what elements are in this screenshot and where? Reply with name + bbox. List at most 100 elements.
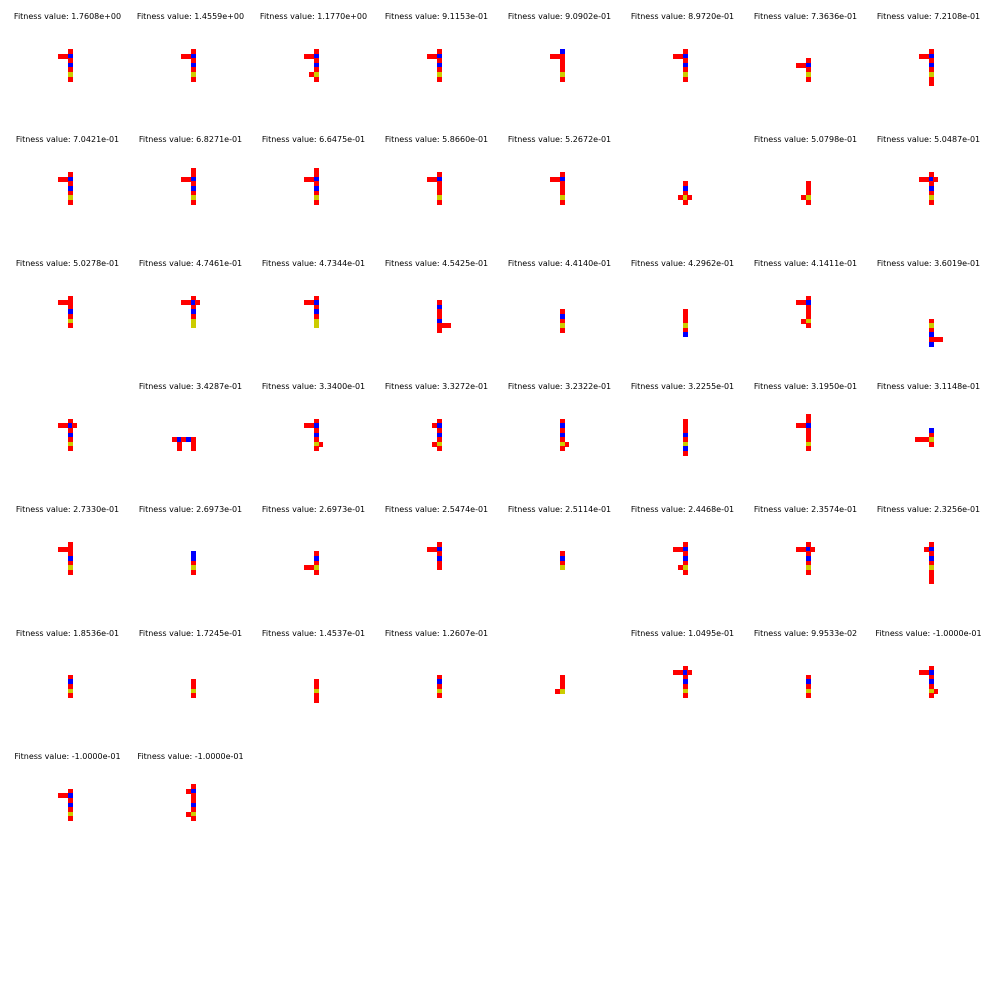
grid-cell — [313, 569, 319, 575]
panel-title: Fitness value: 5.8660e-01 — [384, 135, 489, 145]
panel-title: Fitness value: 2.3574e-01 — [753, 505, 858, 515]
grid-cell — [928, 199, 934, 205]
grid-cell — [304, 423, 310, 429]
fitness-panel: Fitness value: 4.5425e-01 — [375, 247, 498, 367]
fitness-panel: Fitness value: 3.4287e-01 — [129, 370, 252, 490]
grid-cell — [313, 76, 319, 82]
grid-cell — [313, 446, 319, 452]
panel-title: Fitness value: 4.5425e-01 — [384, 258, 489, 268]
grid-cell — [313, 323, 319, 329]
grid-cell — [190, 569, 196, 575]
panel-title: Fitness value: 7.2108e-01 — [876, 12, 981, 21]
grid-cell — [559, 327, 565, 333]
fitness-panel: Fitness value: 1.1770e+00 — [252, 0, 375, 120]
grid-cell — [673, 53, 679, 59]
grid-cell — [919, 670, 925, 676]
fitness-panel: Fitness value: 2.3574e-01 — [744, 493, 867, 613]
grid-cell — [559, 688, 565, 694]
fitness-panel: Fitness value: 6.8271e-01 — [129, 123, 252, 243]
fitness-panel: Fitness value: 5.0798e-01 — [744, 123, 867, 243]
panel-title: Fitness value: 1.4537e-01 — [261, 628, 366, 638]
fitness-panel: Fitness value: 2.7330e-01 — [6, 493, 129, 613]
fitness-panel: Fitness value: 2.6973e-01 — [252, 493, 375, 613]
panel-title: Fitness value: 2.5114e-01 — [507, 505, 612, 515]
fitness-panel: Fitness value: 3.3272e-01 — [375, 370, 498, 490]
grid-cell — [805, 693, 811, 699]
fitness-panel: Fitness value: -1.0000e-01 — [867, 617, 990, 737]
panel-title: Fitness value: 6.6475e-01 — [261, 135, 366, 145]
panel-title: Fitness value: 3.1950e-01 — [753, 381, 858, 391]
grid-cell — [436, 76, 442, 82]
grid-cell — [67, 76, 73, 82]
panel-title: Fitness value: 5.2672e-01 — [507, 135, 612, 145]
panel-title: Fitness value: 1.7608e+00 — [13, 12, 122, 21]
grid-cell — [313, 697, 319, 703]
fitness-panel — [621, 123, 744, 243]
fitness-panel: Fitness value: 1.0495e-01 — [621, 617, 744, 737]
fitness-panel: Fitness value: 8.9720e-01 — [621, 0, 744, 120]
panel-title: Fitness value: 3.4287e-01 — [138, 381, 243, 391]
panel-title: Fitness value: 1.0495e-01 — [630, 628, 735, 638]
grid-cell — [436, 446, 442, 452]
fitness-panel: Fitness value: 2.3256e-01 — [867, 493, 990, 613]
grid-cell — [181, 300, 187, 306]
grid-cell — [427, 546, 433, 552]
fitness-panel: Fitness value: 5.0487e-01 — [867, 123, 990, 243]
panel-title: Fitness value: 9.0902e-01 — [507, 12, 612, 21]
grid-cell — [304, 53, 310, 59]
grid-cell — [190, 816, 196, 822]
fitness-panel: Fitness value: -1.0000e-01 — [6, 740, 129, 860]
fitness-panel: Fitness value: 7.3636e-01 — [744, 0, 867, 120]
panel-title: Fitness value: -1.0000e-01 — [137, 751, 244, 761]
grid-cell — [190, 323, 196, 329]
grid-cell — [58, 53, 64, 59]
fitness-panel: Fitness value: 7.0421e-01 — [6, 123, 129, 243]
grid-cell — [58, 300, 64, 306]
fitness-panel: Fitness value: 1.8536e-01 — [6, 617, 129, 737]
grid-cell — [559, 446, 565, 452]
grid-cell — [919, 176, 925, 182]
fitness-panel: Fitness value: 5.8660e-01 — [375, 123, 498, 243]
panel-title: Fitness value: 4.4140e-01 — [507, 258, 612, 268]
fitness-panel: Fitness value: 1.2607e-01 — [375, 617, 498, 737]
panel-title: Fitness value: 2.6973e-01 — [138, 505, 243, 515]
panel-title: Fitness value: 3.3400e-01 — [261, 381, 366, 391]
grid-cell — [805, 76, 811, 82]
grid-cell — [796, 300, 802, 306]
fitness-panel: Fitness value: 5.2672e-01 — [498, 123, 621, 243]
grid-cell — [796, 546, 802, 552]
grid-cell — [190, 693, 196, 699]
fitness-panel — [6, 370, 129, 490]
grid-cell — [58, 793, 64, 799]
grid-cell — [318, 441, 324, 447]
grid-cell — [919, 53, 925, 59]
grid-cell — [805, 323, 811, 329]
grid-cell — [304, 176, 310, 182]
fitness-panel: Fitness value: 3.6019e-01 — [867, 247, 990, 367]
grid-cell — [436, 693, 442, 699]
grid-cell — [933, 176, 939, 182]
grid-cell — [190, 199, 196, 205]
grid-cell — [928, 578, 934, 584]
grid-cell — [445, 323, 451, 329]
fitness-panel: Fitness value: 2.6973e-01 — [129, 493, 252, 613]
fitness-panel: Fitness value: 9.0902e-01 — [498, 0, 621, 120]
fitness-panel: Fitness value: 2.5474e-01 — [375, 493, 498, 613]
grid-cell — [427, 53, 433, 59]
panel-title: Fitness value: 5.0487e-01 — [876, 135, 981, 145]
grid-cell — [304, 300, 310, 306]
grid-cell — [928, 693, 934, 699]
fitness-panel: Fitness value: 1.7245e-01 — [129, 617, 252, 737]
fitness-panel: Fitness value: 3.3400e-01 — [252, 370, 375, 490]
grid-cell — [190, 446, 196, 452]
panel-title: Fitness value: 7.0421e-01 — [15, 135, 120, 145]
grid-cell — [67, 569, 73, 575]
grid-cell — [937, 336, 943, 342]
panel-title: Fitness value: 1.4559e+00 — [136, 12, 245, 21]
panel-title: Fitness value: 5.0278e-01 — [15, 258, 120, 268]
panel-title: Fitness value: 9.9533e-02 — [753, 628, 858, 638]
grid-cell — [682, 332, 688, 338]
fitness-panel: Fitness value: 3.2255e-01 — [621, 370, 744, 490]
panel-title: Fitness value: 3.1148e-01 — [876, 381, 981, 391]
grid-cell — [58, 176, 64, 182]
